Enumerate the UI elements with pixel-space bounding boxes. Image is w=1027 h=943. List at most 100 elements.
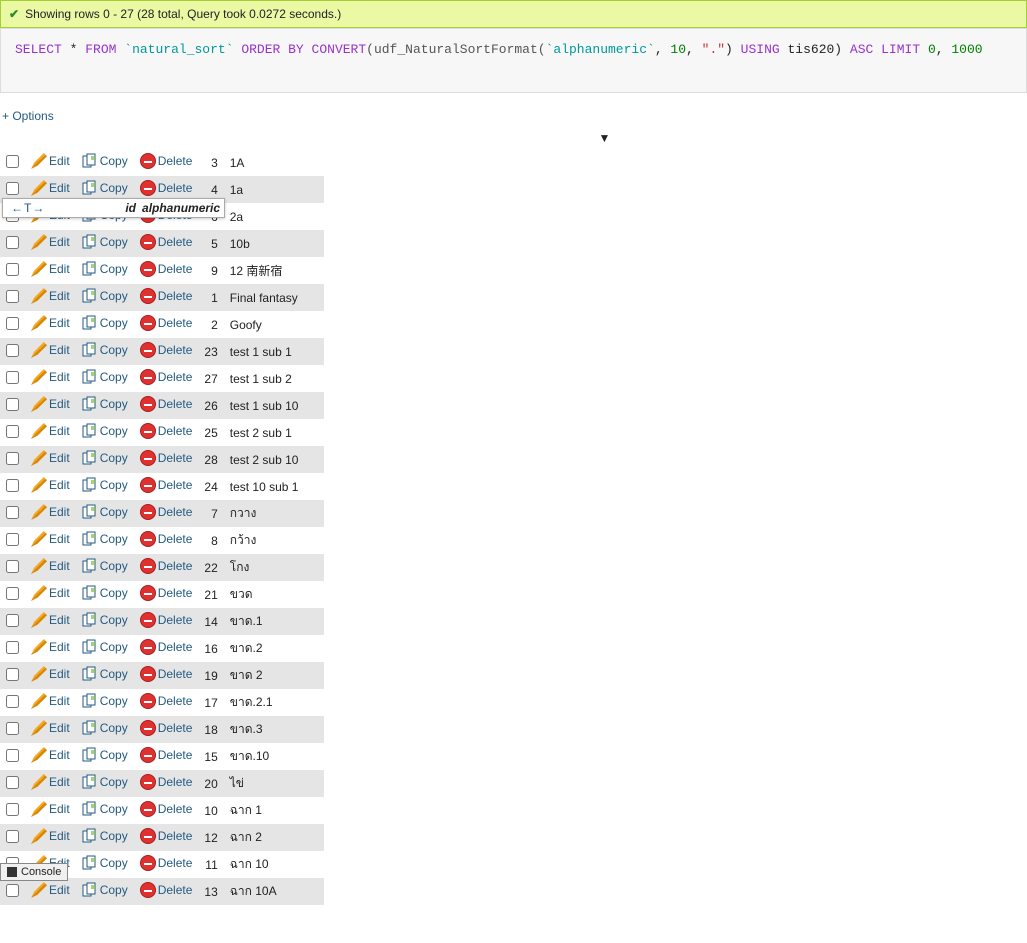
edit-link[interactable]: Edit — [49, 802, 70, 816]
copy-link[interactable]: Copy — [100, 748, 128, 762]
edit-link[interactable]: Edit — [49, 262, 70, 276]
row-checkbox[interactable] — [6, 614, 19, 627]
row-checkbox[interactable] — [6, 236, 19, 249]
sql-query-box[interactable]: SELECT * FROM `natural_sort` ORDER BY CO… — [0, 28, 1027, 93]
edit-link[interactable]: Edit — [49, 451, 70, 465]
row-checkbox[interactable] — [6, 317, 19, 330]
delete-link[interactable]: Delete — [158, 235, 193, 249]
edit-link[interactable]: Edit — [49, 640, 70, 654]
row-checkbox[interactable] — [6, 776, 19, 789]
row-checkbox[interactable] — [6, 803, 19, 816]
delete-link[interactable]: Delete — [158, 613, 193, 627]
row-checkbox[interactable] — [6, 398, 19, 411]
delete-link[interactable]: Delete — [158, 721, 193, 735]
sort-indicator[interactable]: ▼ — [0, 131, 1027, 149]
row-checkbox[interactable] — [6, 263, 19, 276]
edit-link[interactable]: Edit — [49, 721, 70, 735]
row-checkbox[interactable] — [6, 587, 19, 600]
edit-link[interactable]: Edit — [49, 154, 70, 168]
col-header-id[interactable]: id — [125, 201, 136, 215]
floating-column-header[interactable]: ←T→ id alphanumeric — [2, 198, 225, 218]
copy-link[interactable]: Copy — [100, 721, 128, 735]
row-checkbox[interactable] — [6, 695, 19, 708]
delete-link[interactable]: Delete — [158, 667, 193, 681]
copy-link[interactable]: Copy — [100, 154, 128, 168]
row-checkbox[interactable] — [6, 749, 19, 762]
delete-link[interactable]: Delete — [158, 586, 193, 600]
copy-link[interactable]: Copy — [100, 235, 128, 249]
edit-link[interactable]: Edit — [49, 613, 70, 627]
copy-link[interactable]: Copy — [100, 613, 128, 627]
row-checkbox[interactable] — [6, 479, 19, 492]
nav-arrows-icon[interactable]: ←T→ — [11, 201, 45, 215]
row-checkbox[interactable] — [6, 452, 19, 465]
delete-link[interactable]: Delete — [158, 505, 193, 519]
delete-link[interactable]: Delete — [158, 397, 193, 411]
delete-link[interactable]: Delete — [158, 694, 193, 708]
copy-link[interactable]: Copy — [100, 478, 128, 492]
edit-link[interactable]: Edit — [49, 316, 70, 330]
delete-link[interactable]: Delete — [158, 829, 193, 843]
row-checkbox[interactable] — [6, 668, 19, 681]
copy-link[interactable]: Copy — [100, 262, 128, 276]
copy-link[interactable]: Copy — [100, 586, 128, 600]
col-header-alphanumeric[interactable]: alphanumeric — [142, 201, 220, 215]
edit-link[interactable]: Edit — [49, 532, 70, 546]
delete-link[interactable]: Delete — [158, 424, 193, 438]
options-toggle[interactable]: + Options — [0, 109, 1027, 123]
copy-link[interactable]: Copy — [100, 181, 128, 195]
delete-link[interactable]: Delete — [158, 154, 193, 168]
delete-link[interactable]: Delete — [158, 802, 193, 816]
copy-link[interactable]: Copy — [100, 829, 128, 843]
copy-link[interactable]: Copy — [100, 316, 128, 330]
delete-link[interactable]: Delete — [158, 370, 193, 384]
edit-link[interactable]: Edit — [49, 829, 70, 843]
delete-link[interactable]: Delete — [158, 316, 193, 330]
row-checkbox[interactable] — [6, 830, 19, 843]
edit-link[interactable]: Edit — [49, 343, 70, 357]
console-button[interactable]: Console — [0, 863, 68, 881]
delete-link[interactable]: Delete — [158, 748, 193, 762]
row-checkbox[interactable] — [6, 533, 19, 546]
row-checkbox[interactable] — [6, 344, 19, 357]
delete-link[interactable]: Delete — [158, 856, 193, 870]
edit-link[interactable]: Edit — [49, 559, 70, 573]
row-checkbox[interactable] — [6, 641, 19, 654]
copy-link[interactable]: Copy — [100, 694, 128, 708]
copy-link[interactable]: Copy — [100, 883, 128, 897]
edit-link[interactable]: Edit — [49, 883, 70, 897]
row-checkbox[interactable] — [6, 290, 19, 303]
copy-link[interactable]: Copy — [100, 370, 128, 384]
delete-link[interactable]: Delete — [158, 478, 193, 492]
row-checkbox[interactable] — [6, 884, 19, 897]
edit-link[interactable]: Edit — [49, 181, 70, 195]
copy-link[interactable]: Copy — [100, 505, 128, 519]
delete-link[interactable]: Delete — [158, 532, 193, 546]
edit-link[interactable]: Edit — [49, 424, 70, 438]
copy-link[interactable]: Copy — [100, 856, 128, 870]
row-checkbox[interactable] — [6, 722, 19, 735]
copy-link[interactable]: Copy — [100, 289, 128, 303]
edit-link[interactable]: Edit — [49, 505, 70, 519]
copy-link[interactable]: Copy — [100, 343, 128, 357]
delete-link[interactable]: Delete — [158, 343, 193, 357]
edit-link[interactable]: Edit — [49, 478, 70, 492]
delete-link[interactable]: Delete — [158, 289, 193, 303]
delete-link[interactable]: Delete — [158, 262, 193, 276]
edit-link[interactable]: Edit — [49, 289, 70, 303]
edit-link[interactable]: Edit — [49, 397, 70, 411]
delete-link[interactable]: Delete — [158, 775, 193, 789]
edit-link[interactable]: Edit — [49, 235, 70, 249]
delete-link[interactable]: Delete — [158, 451, 193, 465]
edit-link[interactable]: Edit — [49, 586, 70, 600]
edit-link[interactable]: Edit — [49, 370, 70, 384]
copy-link[interactable]: Copy — [100, 775, 128, 789]
copy-link[interactable]: Copy — [100, 640, 128, 654]
row-checkbox[interactable] — [6, 155, 19, 168]
copy-link[interactable]: Copy — [100, 559, 128, 573]
edit-link[interactable]: Edit — [49, 694, 70, 708]
edit-link[interactable]: Edit — [49, 775, 70, 789]
copy-link[interactable]: Copy — [100, 532, 128, 546]
delete-link[interactable]: Delete — [158, 559, 193, 573]
edit-link[interactable]: Edit — [49, 667, 70, 681]
